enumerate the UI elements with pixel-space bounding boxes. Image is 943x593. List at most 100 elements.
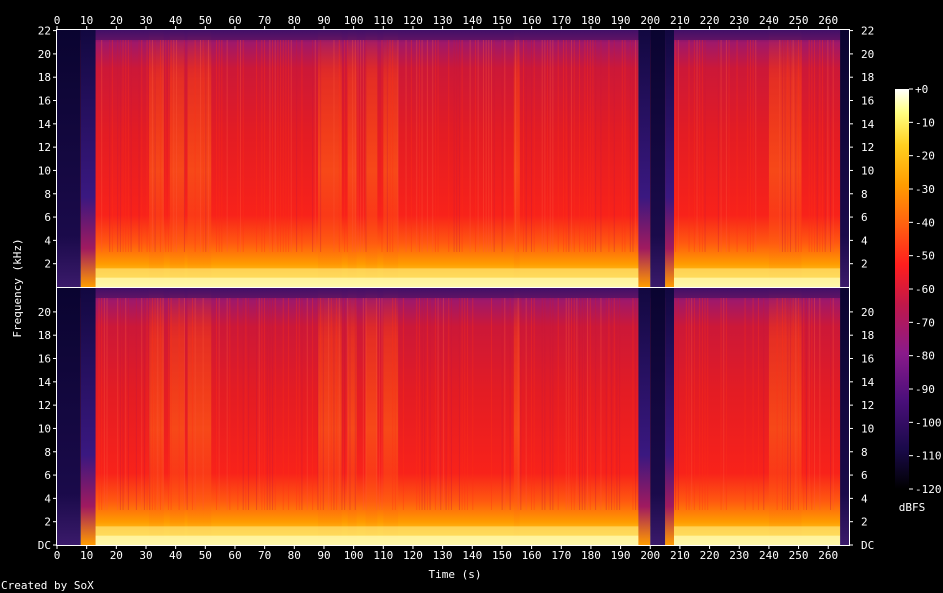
channel-1-texture-line bbox=[290, 40, 292, 252]
channel-1-texture-line bbox=[170, 40, 172, 252]
channel-2-texture-line bbox=[202, 298, 204, 510]
channel-2-texture-line bbox=[346, 298, 348, 510]
channel-2-texture-line bbox=[426, 298, 428, 510]
channel-2-texture-line bbox=[141, 298, 143, 510]
y-tick-label-left: 18 bbox=[38, 329, 51, 342]
channel-1-texture-line bbox=[541, 40, 543, 252]
channel-2-texture-line bbox=[517, 298, 519, 510]
channel-1-texture-line bbox=[677, 40, 679, 252]
channel-2-texture-line bbox=[701, 298, 703, 510]
channel-2-texture-line bbox=[402, 298, 404, 510]
channel-1-texture-line bbox=[490, 40, 492, 252]
channel-1-texture-line bbox=[531, 40, 533, 252]
channel-1-texture-line bbox=[547, 40, 549, 252]
channel-1-texture-line bbox=[277, 40, 279, 252]
channel-1-texture-line bbox=[416, 40, 418, 252]
channel-2-texture-line bbox=[509, 298, 511, 510]
x-tick-label-bottom: 50 bbox=[199, 549, 212, 562]
channel-2-texture-line bbox=[122, 298, 124, 510]
channel-2-texture-line bbox=[183, 298, 185, 510]
colorbar-tick-label: -30 bbox=[915, 183, 935, 196]
channel-2-texture-line bbox=[784, 298, 786, 510]
channel-2-quiet-region bbox=[638, 288, 651, 545]
channel-2-texture-line bbox=[573, 298, 575, 510]
x-tick-label-bottom: 10 bbox=[80, 549, 93, 562]
channel-1-texture-line bbox=[272, 40, 274, 252]
channel-1-texture-line bbox=[437, 40, 439, 252]
channel-2-texture-line bbox=[135, 298, 137, 510]
x-tick-label-bottom: 190 bbox=[611, 549, 631, 562]
channel-1-silent-region bbox=[57, 30, 81, 287]
channel-2-texture-line bbox=[501, 298, 503, 510]
channel-1-texture-line bbox=[448, 40, 450, 252]
channel-2-texture-line bbox=[584, 298, 586, 510]
x-tick-label-bottom: 100 bbox=[344, 549, 364, 562]
channel-1-texture-line bbox=[261, 40, 263, 252]
channel-2-bright-band bbox=[187, 288, 212, 545]
x-tick-label-top: 60 bbox=[228, 14, 241, 27]
x-tick-label-top: 50 bbox=[199, 14, 212, 27]
y-tick-label-left: 12 bbox=[38, 399, 51, 412]
channel-2-texture-line bbox=[330, 298, 332, 510]
channel-2-texture-line bbox=[149, 298, 151, 510]
x-tick-label-top: 90 bbox=[317, 14, 330, 27]
channel-2-texture-line bbox=[143, 298, 145, 510]
channel-2-texture-line bbox=[298, 298, 300, 510]
colorbar bbox=[895, 89, 909, 489]
y-tick-label-left: 6 bbox=[44, 469, 51, 482]
y-tick-label-left: 14 bbox=[38, 376, 52, 389]
channel-2-texture-line bbox=[424, 298, 426, 510]
channel-2-texture-line bbox=[362, 298, 364, 510]
colorbar-tick-label: -110 bbox=[915, 450, 942, 463]
y-tick-label-right: 14 bbox=[861, 118, 875, 131]
channel-2-texture-line bbox=[442, 298, 444, 510]
channel-1-texture-line bbox=[381, 40, 383, 252]
channel-2-texture-line bbox=[581, 298, 583, 510]
channel-2-texture-line bbox=[805, 298, 807, 510]
channel-1-texture-line bbox=[432, 40, 434, 252]
channel-1-texture-line bbox=[629, 40, 631, 252]
y-tick-label-left: 16 bbox=[38, 353, 51, 366]
colorbar-tick-label: -10 bbox=[915, 116, 935, 129]
x-tick-label-top: 20 bbox=[110, 14, 123, 27]
channel-1-texture-line bbox=[808, 40, 810, 252]
channel-1-texture-line bbox=[592, 40, 594, 252]
channel-1-texture-line bbox=[109, 40, 111, 252]
channel-1-texture-line bbox=[693, 40, 695, 252]
channel-2-texture-line bbox=[333, 298, 335, 510]
channel-2-texture-line bbox=[541, 298, 543, 510]
channel-1-bright-band bbox=[187, 30, 212, 287]
colorbar-tick-label: -120 bbox=[915, 483, 942, 496]
channel-1-texture-line bbox=[728, 40, 730, 252]
channel-1-texture-line bbox=[119, 40, 121, 252]
x-axis-label: Time (s) bbox=[429, 568, 482, 581]
channel-2-bass-band bbox=[57, 535, 849, 545]
channel-2-texture-line bbox=[699, 298, 701, 510]
y-tick-label-left: 4 bbox=[44, 234, 51, 247]
channel-2-texture-line bbox=[434, 298, 436, 510]
x-tick-label-bottom: 90 bbox=[317, 549, 330, 562]
channel-1-texture-line bbox=[573, 40, 575, 252]
channel-2-texture-line bbox=[258, 298, 260, 510]
channel-2-texture-line bbox=[119, 298, 121, 510]
channel-1-texture-line bbox=[154, 40, 156, 252]
channel-2-texture-line bbox=[723, 298, 725, 510]
channel-2-texture-line bbox=[490, 298, 492, 510]
channel-1-texture-line bbox=[568, 40, 570, 252]
channel-2-texture-line bbox=[394, 298, 396, 510]
channel-2-texture-line bbox=[472, 298, 474, 510]
channel-2-texture-line bbox=[797, 298, 799, 510]
channel-1-texture-line bbox=[151, 40, 153, 252]
channel-1-texture-line bbox=[221, 40, 223, 252]
y-tick-label-right: 4 bbox=[861, 234, 868, 247]
channel-1-silent-region bbox=[650, 30, 666, 287]
channel-1-texture-line bbox=[453, 40, 455, 252]
channel-1-texture-line bbox=[675, 40, 677, 252]
channel-2-texture-line bbox=[576, 298, 578, 510]
channel-1-texture-line bbox=[830, 40, 832, 252]
channel-2-texture-line bbox=[418, 298, 420, 510]
x-tick-label-bottom: 180 bbox=[581, 549, 601, 562]
y-tick-label-left: 12 bbox=[38, 141, 51, 154]
channel-2-texture-line bbox=[808, 298, 810, 510]
channel-1-texture-line bbox=[202, 40, 204, 252]
